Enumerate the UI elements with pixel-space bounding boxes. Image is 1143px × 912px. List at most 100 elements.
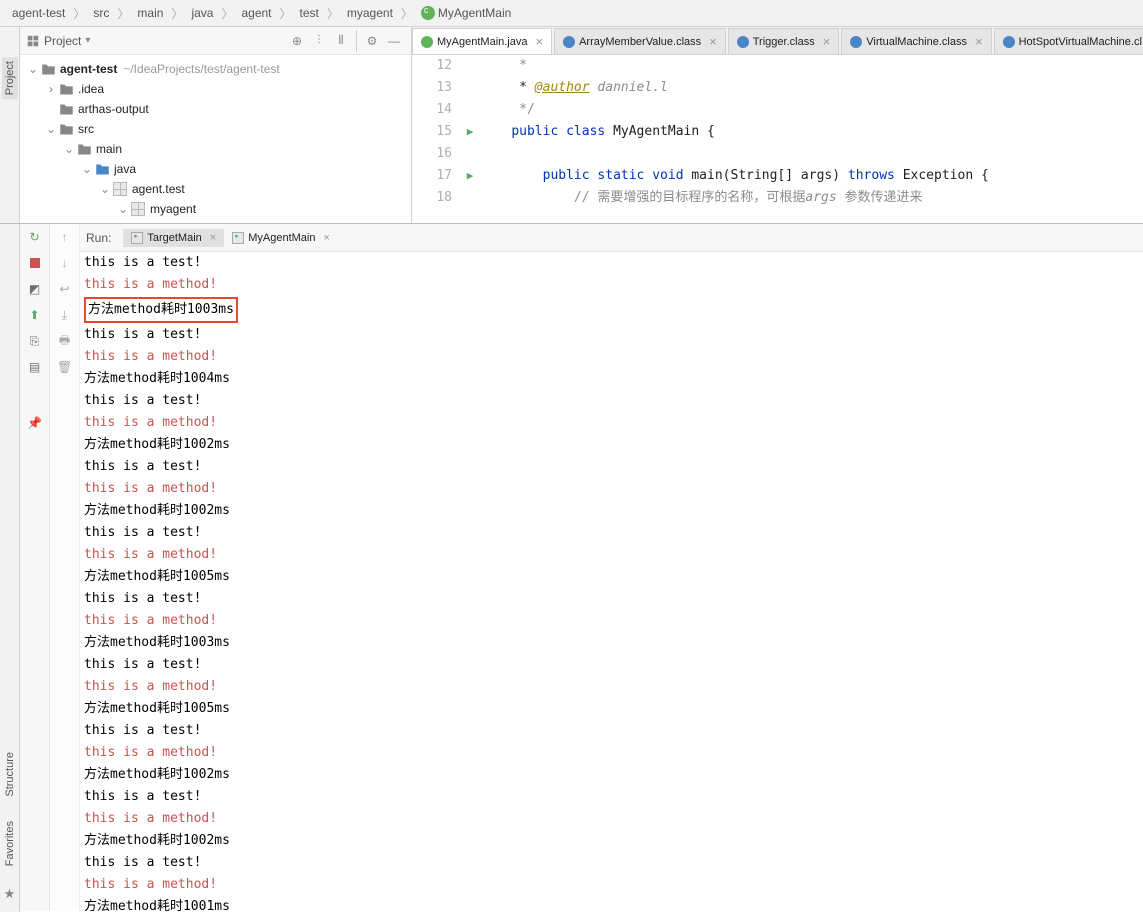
console-line: this is a method!: [84, 544, 1139, 566]
left-tool-strip: Project: [0, 27, 20, 223]
close-icon[interactable]: ×: [823, 34, 831, 49]
project-tool-tab[interactable]: Project: [2, 57, 18, 99]
layout-icon[interactable]: ▤: [20, 354, 49, 380]
tree-item[interactable]: ›.idea: [20, 79, 411, 99]
expand-all-icon[interactable]: ⫶: [308, 30, 330, 52]
tree-item[interactable]: ⌄agent.test: [20, 179, 411, 199]
project-title: Project: [44, 34, 81, 48]
editor-tab[interactable]: HotSpotVirtualMachine.cl×: [994, 28, 1143, 54]
run-label: Run:: [86, 231, 111, 245]
code-body[interactable]: * * @author danniel.l */ public class My…: [480, 55, 1143, 223]
tree-item[interactable]: arthas-output: [20, 99, 411, 119]
camera-icon[interactable]: ◩: [20, 276, 49, 302]
breadcrumb-item[interactable]: main: [133, 6, 167, 20]
console-line: this is a test!: [84, 252, 1139, 274]
console-line: this is a method!: [84, 742, 1139, 764]
editor-tab[interactable]: ArrayMemberValue.class×: [554, 28, 726, 54]
run-tabs: Run: TargetMain×MyAgentMain×: [80, 224, 1143, 252]
gear-icon[interactable]: ⚙: [361, 30, 383, 52]
rerun-icon[interactable]: ↻: [20, 224, 49, 250]
run-nav-column: ↑ ↓ ↩ ⤓ 🖶 🗑: [50, 224, 80, 911]
favorites-star-icon: ★: [4, 886, 16, 902]
breadcrumb-item[interactable]: MyAgentMain: [417, 6, 515, 21]
tree-item[interactable]: ⌄src: [20, 119, 411, 139]
console-line: this is a test!: [84, 324, 1139, 346]
console-line: this is a test!: [84, 456, 1139, 478]
close-icon[interactable]: ×: [709, 34, 717, 49]
run-tool-window: ↻ ◩ ⬆ ⎘ ▤ 📌 ↑ ↓ ↩ ⤓ 🖶 🗑 Run: TargetMain×…: [0, 223, 1143, 911]
run-tab[interactable]: MyAgentMain×: [224, 229, 338, 247]
console-line: 方法method耗时1005ms: [84, 698, 1139, 720]
console-line: 方法method耗时1002ms: [84, 764, 1139, 786]
project-panel-header: Project ▾ ⊕ ⫶ ⫴ ⚙ —: [20, 27, 411, 55]
breadcrumb: agent-test〉src〉main〉java〉agent〉test〉myag…: [0, 0, 1143, 27]
console-line: this is a method!: [84, 676, 1139, 698]
console-line: this is a test!: [84, 588, 1139, 610]
console-line: 方法method耗时1001ms: [84, 896, 1139, 911]
console-output[interactable]: this is a test!this is a method!方法method…: [80, 252, 1143, 911]
editor-tab[interactable]: VirtualMachine.class×: [841, 28, 991, 54]
left-tool-strip-bottom: ★ Favorites Structure: [0, 712, 20, 912]
structure-tool-tab[interactable]: Structure: [2, 748, 18, 801]
up-icon[interactable]: ↑: [50, 224, 79, 250]
trash-icon[interactable]: 🗑: [50, 354, 79, 380]
soft-wrap-icon[interactable]: ↩: [50, 276, 79, 302]
breadcrumb-item[interactable]: agent-test: [8, 6, 69, 20]
console-line: 方法method耗时1002ms: [84, 830, 1139, 852]
code-editor[interactable]: 12131415161718 ▶▶ * * @author danniel.l …: [412, 55, 1143, 223]
editor-area: MyAgentMain.java×ArrayMemberValue.class×…: [412, 27, 1143, 223]
favorites-tool-tab[interactable]: Favorites: [2, 817, 18, 870]
line-gutter: 12131415161718: [412, 55, 460, 223]
down-icon[interactable]: ↓: [50, 250, 79, 276]
console-line: 方法method耗时1003ms: [84, 296, 1139, 324]
close-icon[interactable]: ×: [323, 232, 329, 244]
pin-icon[interactable]: 📌: [20, 410, 49, 436]
console-line: 方法method耗时1004ms: [84, 368, 1139, 390]
print-icon[interactable]: 🖶: [50, 328, 79, 354]
project-tree[interactable]: ⌄agent-test~/IdeaProjects/test/agent-tes…: [20, 55, 411, 223]
breadcrumb-item[interactable]: agent: [237, 6, 275, 20]
console-line: this is a method!: [84, 274, 1139, 296]
locate-icon[interactable]: ⊕: [286, 30, 308, 52]
close-icon[interactable]: ×: [536, 34, 544, 49]
tree-item[interactable]: ⌄java: [20, 159, 411, 179]
breadcrumb-item[interactable]: java: [187, 6, 217, 20]
divider: [356, 30, 357, 52]
breadcrumb-item[interactable]: myagent: [343, 6, 397, 20]
console-line: 方法method耗时1005ms: [84, 566, 1139, 588]
stop-icon[interactable]: [20, 250, 49, 276]
console-line: this is a test!: [84, 654, 1139, 676]
console-line: this is a method!: [84, 808, 1139, 830]
tree-item[interactable]: ⌄main: [20, 139, 411, 159]
close-icon[interactable]: ×: [975, 34, 983, 49]
console-line: this is a test!: [84, 852, 1139, 874]
console-line: 方法method耗时1002ms: [84, 434, 1139, 456]
close-icon[interactable]: ×: [210, 232, 216, 244]
console-line: this is a method!: [84, 412, 1139, 434]
console-line: this is a method!: [84, 478, 1139, 500]
bug-restart-icon[interactable]: ⬆: [20, 302, 49, 328]
console-line: this is a method!: [84, 346, 1139, 368]
console-line: this is a method!: [84, 874, 1139, 896]
console-line: 方法method耗时1003ms: [84, 632, 1139, 654]
console-line: this is a test!: [84, 522, 1139, 544]
editor-tab[interactable]: MyAgentMain.java×: [412, 28, 552, 54]
gutter-marks: ▶▶: [460, 55, 480, 223]
scroll-icon[interactable]: ⤓: [50, 302, 79, 328]
console-line: this is a test!: [84, 786, 1139, 808]
breadcrumb-item[interactable]: test: [296, 6, 323, 20]
editor-tab[interactable]: Trigger.class×: [728, 28, 840, 54]
exit-icon[interactable]: ⎘: [20, 328, 49, 354]
tree-item[interactable]: ⌄myagent: [20, 199, 411, 219]
run-action-column: ↻ ◩ ⬆ ⎘ ▤ 📌: [20, 224, 50, 911]
breadcrumb-item[interactable]: src: [89, 6, 113, 20]
collapse-all-icon[interactable]: ⫴: [330, 30, 352, 52]
console-line: this is a test!: [84, 720, 1139, 742]
editor-tabs: MyAgentMain.java×ArrayMemberValue.class×…: [412, 27, 1143, 55]
project-view-selector[interactable]: Project ▾: [26, 34, 90, 48]
tree-root[interactable]: ⌄agent-test~/IdeaProjects/test/agent-tes…: [20, 59, 411, 79]
run-tab[interactable]: TargetMain×: [123, 229, 224, 247]
hide-icon[interactable]: —: [383, 30, 405, 52]
console-line: this is a test!: [84, 390, 1139, 412]
project-panel: Project ▾ ⊕ ⫶ ⫴ ⚙ — ⌄agent-test~/IdeaPro…: [20, 27, 412, 223]
